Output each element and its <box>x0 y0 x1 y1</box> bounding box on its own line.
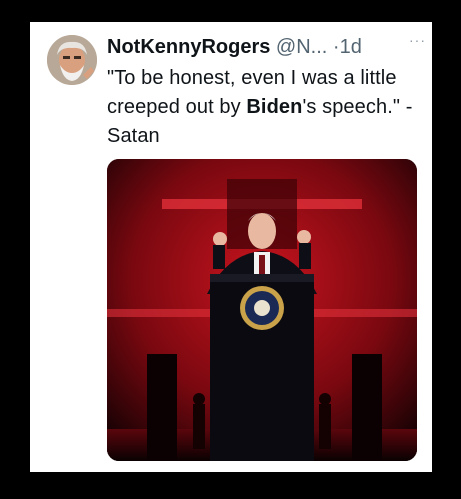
tweet-header: NotKennyRogers @N... ·1d <box>107 34 424 60</box>
tweet-media-photo[interactable] <box>107 159 417 461</box>
display-name[interactable]: NotKennyRogers <box>107 36 270 58</box>
timestamp[interactable]: 1d <box>340 36 362 58</box>
speech-photo <box>107 159 417 461</box>
tweet-text-bold: Biden <box>246 96 303 118</box>
avatar[interactable] <box>47 35 97 85</box>
separator-dot: · <box>332 36 340 58</box>
user-handle[interactable]: @N... <box>276 36 327 58</box>
avatar-image <box>47 35 97 85</box>
tweet-text: "To be honest, even I was a little creep… <box>107 64 425 151</box>
tweet-card[interactable]: NotKennyRogers @N... ·1d ··· "To be hone… <box>30 22 432 472</box>
more-options-icon[interactable]: ··· <box>409 32 426 48</box>
